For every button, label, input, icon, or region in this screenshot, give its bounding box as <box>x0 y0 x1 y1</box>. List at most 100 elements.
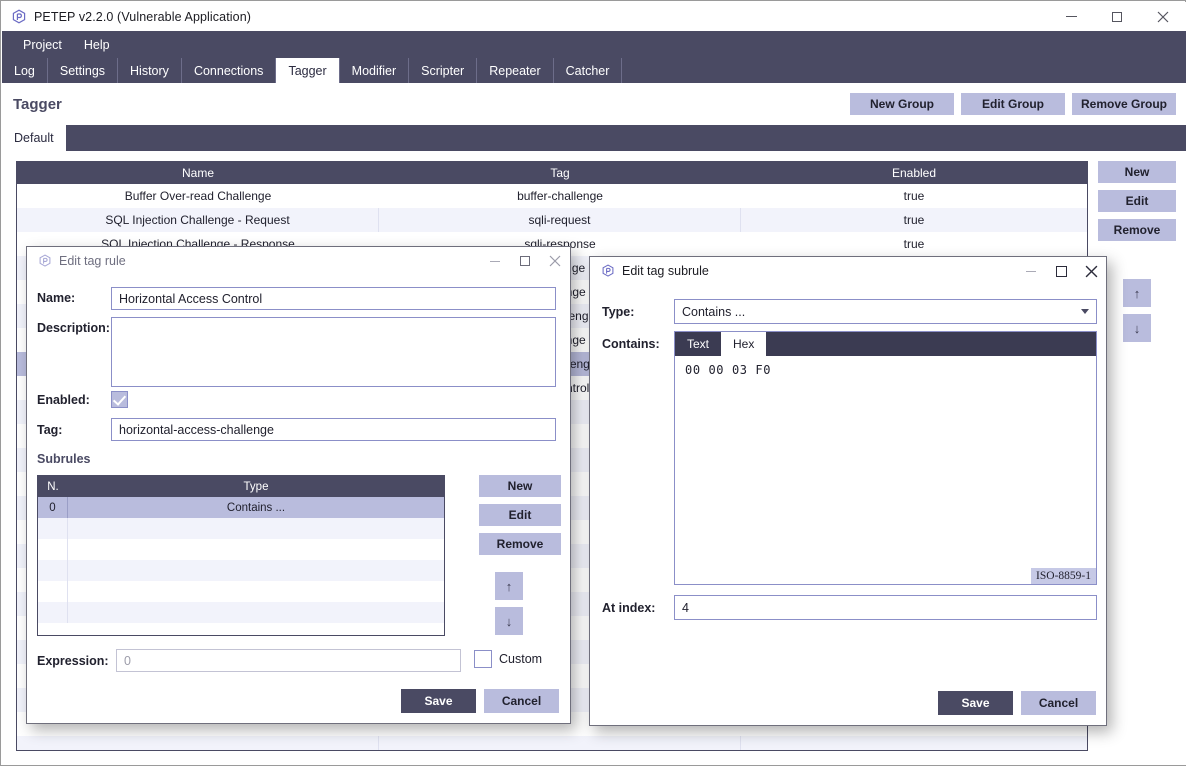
subrules-column-header-type[interactable]: Type <box>68 476 444 497</box>
edit-rule-button[interactable]: Edit <box>1098 190 1176 212</box>
cell-enabled: true <box>741 232 1087 256</box>
new-group-button[interactable]: New Group <box>850 93 954 115</box>
menu-bar: Project Help <box>2 31 1186 58</box>
group-tab-strip: Default <box>2 125 1186 151</box>
new-subrule-button[interactable]: New <box>479 475 561 497</box>
tab-history[interactable]: History <box>118 58 182 83</box>
subrule-row[interactable] <box>38 560 444 581</box>
table-row[interactable] <box>17 736 1087 751</box>
tab-connections[interactable]: Connections <box>182 58 277 83</box>
subrule-row[interactable]: 0Contains ... <box>38 497 444 518</box>
cell-tag: buffer-challenge <box>379 184 741 208</box>
edit-tag-subrule-title-bar: Edit tag subrule <box>590 257 1106 285</box>
expression-input[interactable] <box>116 649 461 672</box>
enabled-checkbox[interactable] <box>111 391 128 408</box>
custom-label: Custom <box>499 652 542 666</box>
subrule-cell-n <box>38 539 68 560</box>
expression-label: Expression: <box>37 654 109 668</box>
cell-tag <box>379 736 741 751</box>
cell-enabled: true <box>741 184 1087 208</box>
maximize-button[interactable] <box>1094 2 1140 31</box>
edit-tag-rule-window-controls <box>480 247 570 275</box>
rules-side-buttons: New Edit Remove <box>1098 161 1176 241</box>
move-rule-down-button[interactable]: ↓ <box>1123 314 1151 342</box>
tab-modifier[interactable]: Modifier <box>340 58 409 83</box>
hex-content[interactable]: 00 00 03 F0 <box>675 356 1096 384</box>
chevron-down-icon <box>1081 309 1089 314</box>
close-button[interactable] <box>1140 2 1186 31</box>
type-label: Type: <box>602 305 634 319</box>
minimize-icon <box>490 261 500 262</box>
editor-tab-hex[interactable]: Hex <box>721 332 766 356</box>
move-subrule-up-button[interactable]: ↑ <box>495 572 523 600</box>
table-row[interactable]: Buffer Over-read Challengebuffer-challen… <box>17 184 1087 208</box>
menu-item-project[interactable]: Project <box>12 34 73 56</box>
menu-item-help[interactable]: Help <box>73 34 121 56</box>
new-rule-button[interactable]: New <box>1098 161 1176 183</box>
edit-tag-subrule-minimize-button[interactable] <box>1016 257 1046 285</box>
editor-tab-text[interactable]: Text <box>675 332 721 356</box>
tab-repeater[interactable]: Repeater <box>477 58 553 83</box>
remove-rule-button[interactable]: Remove <box>1098 219 1176 241</box>
tab-scripter[interactable]: Scripter <box>409 58 477 83</box>
subrules-heading-wrap: Subrules <box>37 452 91 466</box>
subrule-cell-type <box>68 602 444 623</box>
tab-catcher[interactable]: Catcher <box>554 58 623 83</box>
tab-tagger[interactable]: Tagger <box>276 58 339 83</box>
edit-tag-rule-minimize-button[interactable] <box>480 247 510 275</box>
cell-name <box>17 736 379 751</box>
subrule-cell-n <box>38 602 68 623</box>
subrule-cell-n <box>38 560 68 581</box>
move-subrule-down-button[interactable]: ↓ <box>495 607 523 635</box>
subrule-cell-type <box>68 539 444 560</box>
move-rule-up-button[interactable]: ↑ <box>1123 279 1151 307</box>
edit-tag-subrule-dialog: Edit tag subrule Ty <box>589 256 1107 726</box>
subrule-row[interactable] <box>38 581 444 602</box>
subrule-cell-type <box>68 560 444 581</box>
minimize-icon <box>1066 16 1077 17</box>
rule-description-input[interactable] <box>111 317 556 387</box>
group-tab-default[interactable]: Default <box>2 125 66 151</box>
tab-settings[interactable]: Settings <box>48 58 118 83</box>
subrule-row[interactable] <box>38 539 444 560</box>
edit-group-button[interactable]: Edit Group <box>961 93 1065 115</box>
rule-save-button[interactable]: Save <box>401 689 476 713</box>
table-row[interactable]: SQL Injection Challenge - Requestsqli-re… <box>17 208 1087 232</box>
rule-tag-input[interactable] <box>111 418 556 441</box>
edit-tag-rule-maximize-button[interactable] <box>510 247 540 275</box>
edit-tag-rule-close-button[interactable] <box>540 247 570 275</box>
maximize-icon <box>520 256 530 266</box>
tab-log[interactable]: Log <box>2 58 48 83</box>
subrule-type-value: Contains ... <box>682 305 745 319</box>
cell-tag: sqli-request <box>379 208 741 232</box>
subrule-cancel-button[interactable]: Cancel <box>1021 691 1096 715</box>
tag-label: Tag: <box>37 423 62 437</box>
edit-tag-subrule-maximize-button[interactable] <box>1046 257 1076 285</box>
expression-label-wrap: Expression: <box>37 654 109 668</box>
subrule-save-button[interactable]: Save <box>938 691 1013 715</box>
subrules-heading: Subrules <box>37 452 91 466</box>
remove-group-button[interactable]: Remove Group <box>1072 93 1176 115</box>
name-label: Name: <box>37 291 75 305</box>
edit-tag-subrule-footer: Save Cancel <box>938 691 1096 715</box>
subrules-buttons: New Edit Remove <box>479 475 561 555</box>
edit-subrule-button[interactable]: Edit <box>479 504 561 526</box>
rule-name-input[interactable] <box>111 287 556 310</box>
subrule-type-select[interactable]: Contains ... <box>674 299 1097 324</box>
custom-label-wrap: Custom <box>499 652 542 666</box>
column-header-tag[interactable]: Tag <box>379 162 741 184</box>
custom-checkbox[interactable] <box>474 650 492 668</box>
column-header-name[interactable]: Name <box>17 162 379 184</box>
rule-cancel-button[interactable]: Cancel <box>484 689 559 713</box>
cell-enabled: true <box>741 208 1087 232</box>
description-label: Description: <box>37 321 110 335</box>
close-icon <box>1157 11 1169 23</box>
edit-tag-subrule-close-button[interactable] <box>1076 257 1106 285</box>
remove-subrule-button[interactable]: Remove <box>479 533 561 555</box>
column-header-enabled[interactable]: Enabled <box>741 162 1087 184</box>
subrules-column-header-n[interactable]: N. <box>38 476 68 497</box>
minimize-button[interactable] <box>1048 2 1094 31</box>
subrule-row[interactable] <box>38 602 444 623</box>
at-index-input[interactable] <box>674 595 1097 620</box>
subrule-row[interactable] <box>38 518 444 539</box>
